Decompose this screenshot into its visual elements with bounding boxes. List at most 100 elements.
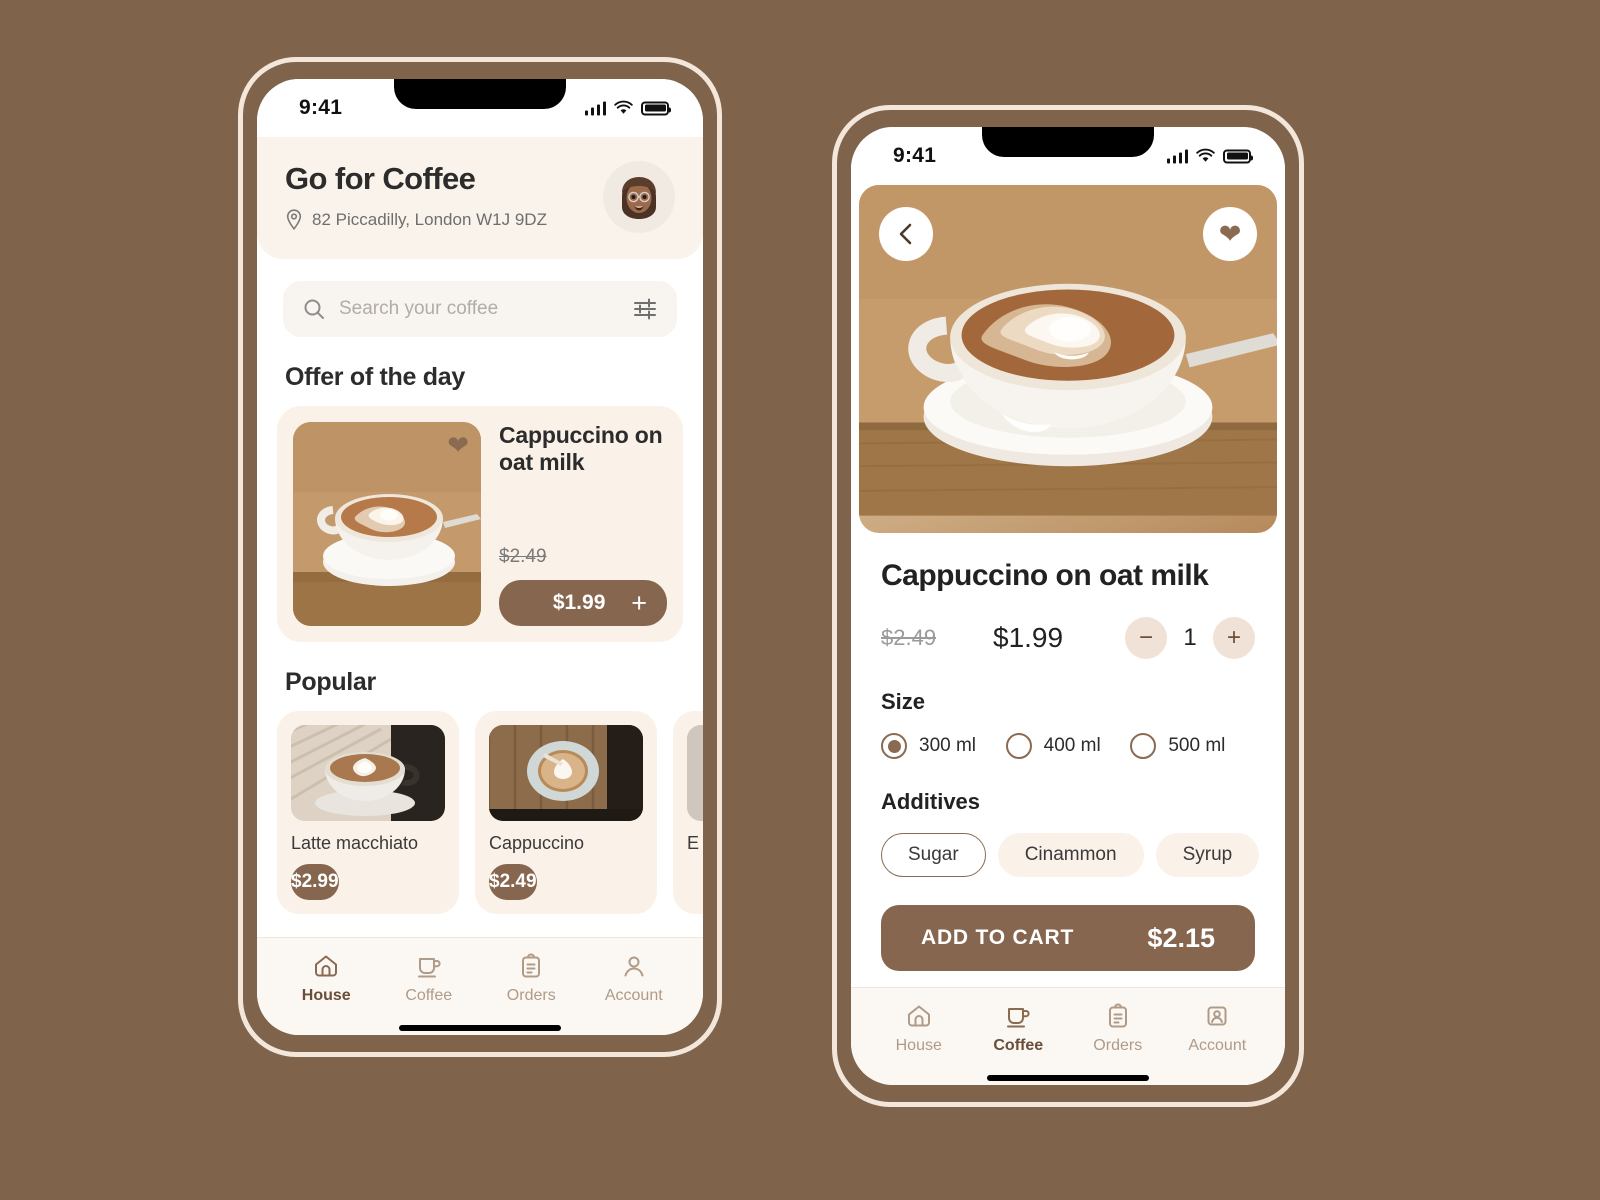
tabbar-detail: House Coffee Orders Account bbox=[851, 987, 1285, 1063]
tab-label: Coffee bbox=[993, 1037, 1044, 1054]
notch bbox=[394, 79, 566, 109]
additive-chip-syrup[interactable]: Syrup bbox=[1155, 833, 1260, 877]
map-pin-icon bbox=[286, 209, 302, 231]
radio-icon bbox=[881, 733, 907, 759]
plus-icon: + bbox=[631, 587, 647, 618]
tab-label: House bbox=[895, 1037, 942, 1054]
status-bar-indicators bbox=[584, 100, 671, 116]
address-row[interactable]: 82 Piccadilly, London W1J 9DZ bbox=[285, 209, 547, 231]
status-bar-indicators bbox=[1166, 148, 1253, 164]
offer-price: $1.99 bbox=[552, 591, 606, 614]
battery-icon bbox=[1223, 149, 1253, 163]
search-input[interactable]: Search your coffee bbox=[283, 281, 677, 337]
increase-quantity-button[interactable]: + bbox=[1213, 617, 1255, 659]
heart-filled-icon: ❤ bbox=[1218, 218, 1242, 249]
popular-product-image bbox=[291, 725, 445, 821]
cart-total: $2.15 bbox=[1147, 922, 1215, 953]
status-bar-time: 9:41 bbox=[893, 144, 937, 167]
popular-product-image bbox=[489, 725, 643, 821]
popular-product-name: E bbox=[687, 833, 700, 853]
home-header: Go for Coffee 82 Piccadilly, London W1J … bbox=[257, 137, 703, 259]
add-to-cart-label: ADD TO CART bbox=[921, 926, 1075, 949]
popular-product-name: Cappuccino bbox=[489, 833, 585, 853]
list-item[interactable]: Latte macchiato $2.99 bbox=[277, 711, 459, 914]
additives-section-label: Additives bbox=[881, 789, 981, 814]
radio-icon bbox=[1130, 733, 1157, 759]
wifi-icon bbox=[1196, 148, 1215, 162]
offer-details: Cappuccino on oat milk $2.49 $1.99 + bbox=[499, 422, 667, 626]
popular-price-button[interactable]: $2.49 bbox=[489, 864, 537, 900]
battery-icon bbox=[641, 101, 671, 115]
size-section-label: Size bbox=[881, 689, 926, 714]
tab-label: House bbox=[301, 987, 351, 1004]
coffee-cup-icon bbox=[417, 958, 441, 978]
sidebar-item-coffee[interactable]: Coffee bbox=[970, 1002, 1066, 1055]
sliders-filter-icon[interactable] bbox=[633, 298, 657, 320]
favorite-button[interactable]: ❤ bbox=[1203, 207, 1257, 261]
sidebar-item-account[interactable]: Account bbox=[1169, 1002, 1265, 1055]
cellular-signal-icon bbox=[1166, 149, 1188, 164]
offer-product-name: Cappuccino on oat milk bbox=[499, 422, 663, 476]
home-screen: 9:41 Go for Coffee 82 Piccadilly, London… bbox=[257, 79, 703, 1035]
sidebar-item-house[interactable]: House bbox=[278, 952, 374, 1005]
size-label: 500 ml bbox=[1168, 735, 1226, 756]
additive-chip-sugar[interactable]: Sugar bbox=[881, 833, 986, 877]
detail-content: ❤ Cappuccino on oat milk $2.49 $1.99 − 1… bbox=[851, 185, 1285, 987]
sidebar-item-orders[interactable]: Orders bbox=[1070, 1002, 1166, 1055]
size-option-500ml[interactable]: 500 ml bbox=[1130, 733, 1255, 759]
size-label: 300 ml bbox=[919, 735, 977, 756]
tab-label: Account bbox=[1188, 1037, 1247, 1054]
list-item[interactable]: Cappuccino $2.49 bbox=[475, 711, 657, 914]
decrease-quantity-button[interactable]: − bbox=[1125, 617, 1167, 659]
product-hero-image: ❤ bbox=[859, 185, 1277, 533]
heart-filled-icon[interactable]: ❤ bbox=[447, 432, 469, 458]
size-options: 300 ml 400 ml 500 ml bbox=[881, 733, 1255, 759]
quantity-stepper[interactable]: − 1 + bbox=[1125, 617, 1255, 659]
avatar[interactable] bbox=[603, 161, 675, 233]
quantity-value: 1 bbox=[1183, 624, 1197, 651]
offer-product-image: ❤ bbox=[293, 422, 481, 626]
sidebar-item-coffee[interactable]: Coffee bbox=[381, 952, 477, 1005]
popular-product-name: Latte macchiato bbox=[291, 833, 419, 853]
additive-chip-cinammon[interactable]: Cinammon bbox=[997, 833, 1144, 877]
home-indicator bbox=[399, 1025, 561, 1031]
home-icon bbox=[907, 1005, 930, 1027]
chevron-left-icon bbox=[899, 223, 912, 245]
popular-product-image bbox=[687, 725, 703, 821]
size-option-300ml[interactable]: 300 ml bbox=[881, 733, 1006, 759]
sidebar-item-account[interactable]: Account bbox=[586, 952, 682, 1005]
tab-label: Orders bbox=[1093, 1037, 1143, 1054]
current-price: $1.99 bbox=[993, 622, 1064, 653]
search-placeholder: Search your coffee bbox=[339, 298, 499, 319]
add-to-cart-button[interactable]: ADD TO CART $2.15 bbox=[881, 905, 1255, 971]
status-bar-home: 9:41 bbox=[257, 79, 703, 137]
sidebar-item-house[interactable]: House bbox=[871, 1002, 967, 1055]
person-card-icon bbox=[1207, 1006, 1227, 1026]
status-bar-time: 9:41 bbox=[299, 96, 343, 119]
back-button[interactable] bbox=[879, 207, 933, 261]
additives-options: Sugar Cinammon Syrup bbox=[881, 833, 1260, 877]
user-avatar-memoji bbox=[622, 177, 656, 219]
notch bbox=[982, 127, 1154, 157]
address-text: 82 Piccadilly, London W1J 9DZ bbox=[312, 210, 547, 229]
popular-price-button[interactable]: $2.99 bbox=[291, 864, 339, 900]
home-icon bbox=[315, 955, 338, 977]
price-row: $2.49 $1.99 − 1 + bbox=[881, 617, 1255, 659]
detail-screen: 9:41 ❤ Cappuccino on oat milk $2.49 $1.9… bbox=[851, 127, 1285, 1085]
latte-macchiato-photo bbox=[291, 725, 445, 821]
list-item[interactable]: E bbox=[673, 711, 703, 914]
phone-frame-detail: 9:41 ❤ Cappuccino on oat milk $2.49 $1.9… bbox=[832, 105, 1304, 1107]
tab-label: Account bbox=[604, 987, 663, 1004]
coffee-cup-icon bbox=[1007, 1008, 1030, 1028]
sidebar-item-orders[interactable]: Orders bbox=[483, 952, 579, 1005]
offer-add-to-cart-button[interactable]: $1.99 + bbox=[499, 580, 667, 626]
offer-of-the-day-card[interactable]: ❤ Cappuccino on oat milk $2.49 $1.99 + bbox=[277, 406, 683, 642]
tabbar-home: House Coffee Orders Account bbox=[257, 937, 703, 1013]
size-option-400ml[interactable]: 400 ml bbox=[1005, 733, 1131, 759]
cellular-signal-icon bbox=[584, 101, 606, 116]
espresso-photo bbox=[687, 725, 703, 821]
phone-frame-home: 9:41 Go for Coffee 82 Piccadilly, London… bbox=[238, 57, 722, 1057]
offer-section-title: Offer of the day bbox=[285, 363, 465, 391]
size-label: 400 ml bbox=[1043, 735, 1101, 756]
popular-list[interactable]: Latte macchiato $2.99 Cappuccino $2.49 E bbox=[257, 711, 703, 914]
